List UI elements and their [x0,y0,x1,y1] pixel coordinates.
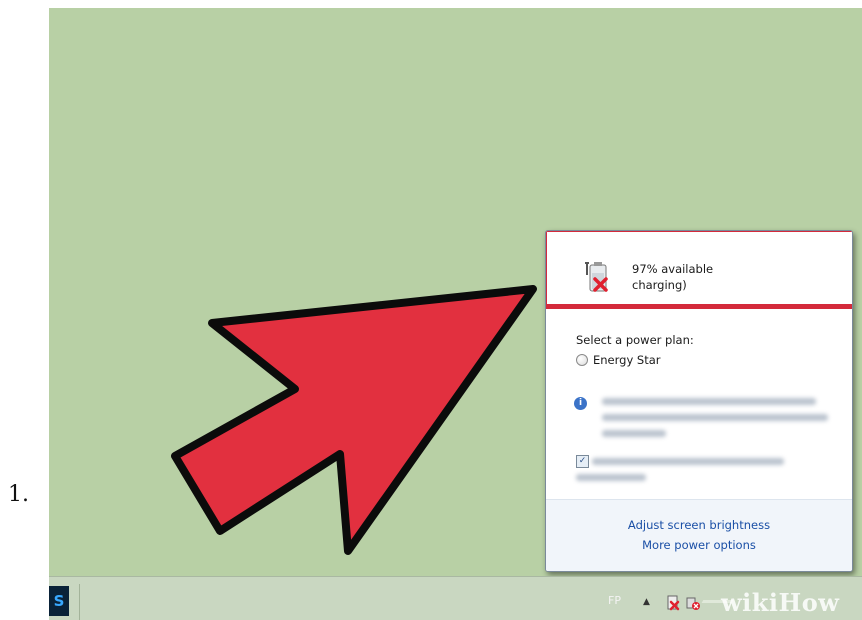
taskbar-divider [79,584,80,620]
info-icon: i [574,397,587,410]
watermark-wiki: wiki [721,588,779,617]
battery-plug-error-icon [585,262,608,292]
tray-battery-error-icon[interactable] [665,593,681,611]
step-number: 1. [8,482,29,507]
battery-status-row[interactable]: 97% available charging) [546,231,852,317]
battery-charging-label: charging) [632,278,687,292]
radio-button[interactable] [576,354,588,366]
watermark-how: How [778,588,840,617]
flyout-footer: Adjust screen brightness More power opti… [546,499,852,571]
adjust-brightness-link[interactable]: Adjust screen brightness [546,518,852,532]
plan-option-energy-star[interactable]: Energy Star [576,353,661,367]
more-power-options-link[interactable]: More power options [546,538,852,552]
battery-percent-label: 97% available [632,262,714,276]
desktop: 97% available charging) Select a power p… [49,8,862,620]
show-hidden-icons-icon[interactable]: ▲ [643,597,650,607]
wikihow-watermark: wikiHow [721,588,839,617]
warn-battery-checkbox[interactable]: ✓ [576,455,589,468]
power-plan-title: Select a power plan: [576,333,694,347]
battery-flyout: 97% available charging) Select a power p… [545,230,853,572]
taskbar-app-icon[interactable]: S [49,586,69,616]
battery-status-text: 97% available charging) [632,261,713,293]
tray-fp-label[interactable]: FP [608,594,621,607]
plan-option-label: Energy Star [593,353,661,367]
